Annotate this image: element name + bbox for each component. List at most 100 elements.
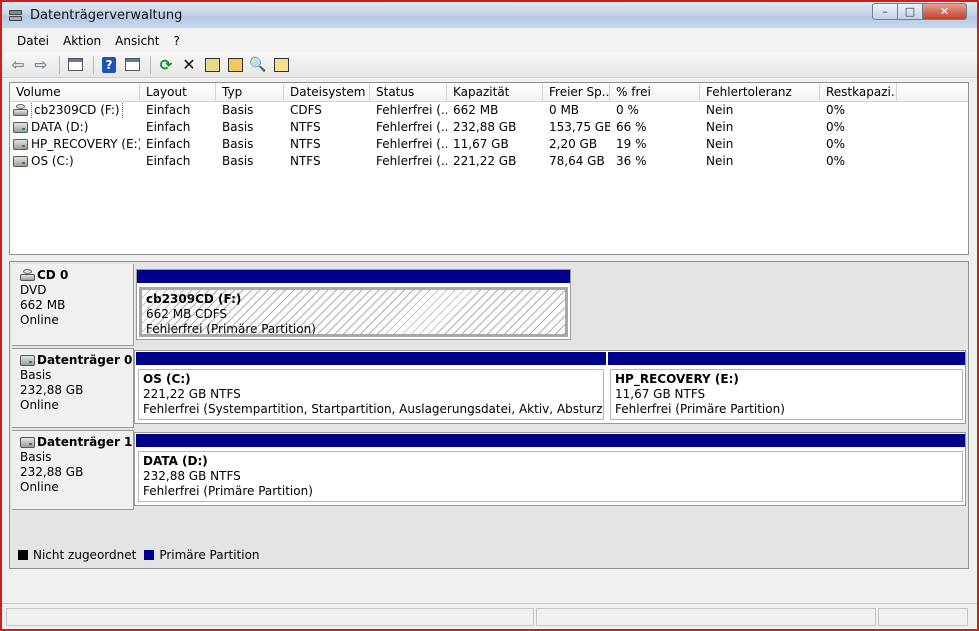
help-button[interactable]: ? [99, 55, 119, 75]
maximize-button[interactable]: □ [898, 3, 923, 20]
disk-row-cd0: CD 0 DVD 662 MB Online cb2309CD (F:) 662… [10, 264, 968, 346]
partition-cb2309cd[interactable]: cb2309CD (F:) 662 MB CDFS Fehlerfrei (Pr… [136, 269, 571, 340]
properties-icon [204, 57, 220, 72]
refresh-icon: ⟳ [159, 55, 173, 74]
disk-state: Online [20, 313, 59, 327]
col-dateisystem[interactable]: Dateisystem [284, 83, 370, 102]
typ-cell: Basis [222, 137, 254, 151]
col-typ[interactable]: Typ [216, 83, 284, 102]
partition-body: DATA (D:) 232,88 GB NTFS Fehlerfrei (Pri… [138, 451, 963, 502]
partition-name: DATA (D:) [143, 454, 208, 468]
menu-help[interactable]: ? [166, 34, 186, 48]
back-button[interactable]: ⇦ [8, 55, 28, 75]
volume-cell: OS (C:) [10, 153, 140, 170]
open-icon [227, 57, 243, 72]
free-space-cell: 153,75 GB [549, 120, 610, 134]
maximize-icon: □ [904, 5, 916, 18]
typ-cell: Basis [222, 154, 254, 168]
disk-state: Online [20, 480, 59, 494]
disk-info-disk0[interactable]: Datenträger 0 Basis 232,88 GB Online [12, 348, 134, 428]
partition-size: 662 MB CDFS [146, 307, 228, 321]
partition-area-disk0: OS (C:) 221,22 GB NTFS Fehlerfrei (Syste… [134, 350, 966, 424]
minimize-button[interactable]: – [872, 3, 898, 20]
forward-arrow-icon: ⇨ [34, 55, 48, 74]
primary-partition-bar [608, 352, 965, 365]
partition-status: Fehlerfrei (Primäre Partition) [615, 402, 785, 416]
status-segment [536, 608, 876, 626]
volume-list[interactable]: Volume Layout Typ Dateisystem Status Kap… [9, 82, 969, 255]
back-arrow-icon: ⇦ [11, 55, 25, 74]
free-space-cell: 0 MB [549, 103, 580, 117]
cd-drive-icon [20, 269, 35, 282]
fault-tolerance-cell: Nein [706, 120, 734, 134]
disk-info-cd0[interactable]: CD 0 DVD 662 MB Online [12, 264, 134, 346]
forward-button[interactable]: ⇨ [31, 55, 51, 75]
table-row[interactable]: OS (C:) Einfach Basis NTFS Fehlerfrei (.… [10, 153, 968, 170]
disk-row-disk1: Datenträger 1 Basis 232,88 GB Online DAT… [10, 430, 968, 510]
capacity-cell: 232,88 GB [453, 120, 517, 134]
partition-size: 232,88 GB NTFS [143, 469, 241, 483]
partition-data-d[interactable]: DATA (D:) 232,88 GB NTFS Fehlerfrei (Pri… [136, 434, 965, 504]
partition-area-cd0: cb2309CD (F:) 662 MB CDFS Fehlerfrei (Pr… [134, 264, 575, 346]
col-restkapazitaet[interactable]: Restkapazi... [820, 83, 897, 102]
partition-name: OS (C:) [143, 372, 191, 386]
properties-panel-button[interactable] [122, 55, 142, 75]
disk-name-label: CD 0 [37, 268, 69, 282]
disk-map-pane[interactable]: CD 0 DVD 662 MB Online cb2309CD (F:) 662… [9, 261, 969, 569]
disk-row-disk0: Datenträger 0 Basis 232,88 GB Online OS … [10, 348, 968, 428]
hard-disk-icon [20, 355, 35, 366]
title-bar[interactable]: Datenträgerverwaltung – □ ✕ [2, 2, 977, 28]
col-layout[interactable]: Layout [140, 83, 216, 102]
status-cell: Fehlerfrei (... [376, 120, 447, 134]
volume-name: cb2309CD (F:) [31, 102, 123, 119]
refresh-button[interactable]: ⟳ [156, 55, 176, 75]
delete-button[interactable]: ✕ [179, 55, 199, 75]
menu-ansicht[interactable]: Ansicht [108, 34, 166, 48]
col-kapazitaet[interactable]: Kapazität [447, 83, 543, 102]
partition-body: HP_RECOVERY (E:) 11,67 GB NTFS Fehlerfre… [610, 369, 963, 420]
volume-cell: DATA (D:) [10, 119, 140, 136]
partition-status: Fehlerfrei (Primäre Partition) [146, 322, 316, 336]
menu-datei[interactable]: Datei [10, 34, 56, 48]
col-volume[interactable]: Volume [10, 83, 140, 102]
menu-aktion[interactable]: Aktion [56, 34, 108, 48]
disk-management-window: Datenträgerverwaltung – □ ✕ Datei Aktion… [0, 0, 979, 631]
overhead-cell: 0% [826, 154, 846, 168]
fault-tolerance-cell: Nein [706, 103, 734, 117]
partition-body: cb2309CD (F:) 662 MB CDFS Fehlerfrei (Pr… [139, 287, 568, 337]
status-bar [2, 603, 977, 629]
col-prozent-frei[interactable]: % frei [610, 83, 700, 102]
help-icon: ? [102, 56, 116, 73]
free-space-cell: 2,20 GB [549, 137, 598, 151]
table-row[interactable]: cb2309CD (F:) Einfach Basis CDFS Fehlerf… [10, 102, 968, 119]
col-freier-speicher[interactable]: Freier Sp... [543, 83, 610, 102]
percent-free-cell: 19 % [616, 137, 647, 151]
disk-state: Online [20, 398, 59, 412]
console-tree-button[interactable] [65, 55, 85, 75]
layout-cell: Einfach [146, 120, 191, 134]
properties-button[interactable] [202, 55, 222, 75]
volume-cell: cb2309CD (F:) [10, 102, 140, 119]
hard-disk-icon [13, 122, 28, 133]
table-row[interactable]: DATA (D:) Einfach Basis NTFS Fehlerfrei … [10, 119, 968, 136]
table-row[interactable]: HP_RECOVERY (E:) Einfach Basis NTFS Fehl… [10, 136, 968, 153]
disk-management-app-icon[interactable] [8, 8, 24, 22]
close-button[interactable]: ✕ [923, 3, 967, 20]
disk-info-disk1[interactable]: Datenträger 1 Basis 232,88 GB Online [12, 430, 134, 510]
open-button[interactable] [225, 55, 245, 75]
hard-disk-icon [13, 139, 28, 150]
filesystem-cell: NTFS [290, 120, 321, 134]
capacity-cell: 11,67 GB [453, 137, 509, 151]
toolbar-separator [59, 55, 60, 74]
partition-os-c[interactable]: OS (C:) 221,22 GB NTFS Fehlerfrei (Syste… [136, 352, 606, 422]
col-fehlertoleranz[interactable]: Fehlertoleranz [700, 83, 820, 102]
help-topics-button[interactable] [271, 55, 291, 75]
properties-panel-icon [124, 58, 140, 71]
explore-button[interactable]: 🔍 [248, 55, 268, 75]
filesystem-cell: CDFS [290, 103, 322, 117]
percent-free-cell: 66 % [616, 120, 647, 134]
partition-hp-recovery-e[interactable]: HP_RECOVERY (E:) 11,67 GB NTFS Fehlerfre… [608, 352, 965, 422]
partition-status: Fehlerfrei (Primäre Partition) [143, 484, 313, 498]
overhead-cell: 0% [826, 103, 846, 117]
col-status[interactable]: Status [370, 83, 447, 102]
